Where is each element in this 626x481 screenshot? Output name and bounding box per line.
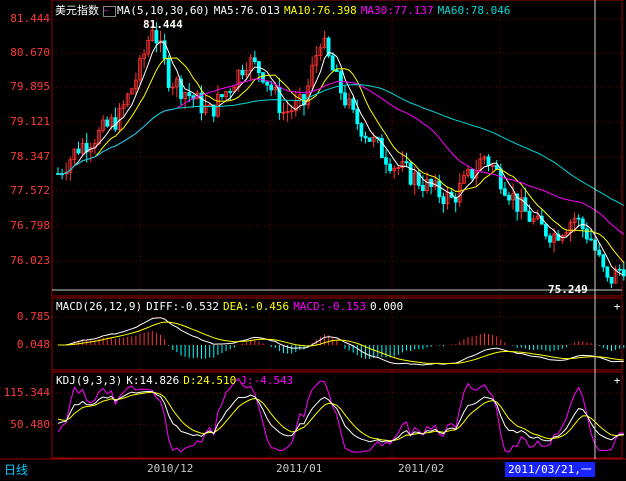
candle-body — [334, 69, 339, 72]
candle-body — [388, 163, 393, 172]
cursor-date-box: 2011/03/21,一 — [505, 462, 595, 477]
candle-body — [617, 268, 622, 271]
kdj-j-value: J:-4.543 — [240, 374, 294, 387]
macd-indicator-label[interactable]: MACD(26,12,9) — [56, 300, 142, 313]
candle-body — [261, 72, 265, 83]
high-price-label: 81.444 — [143, 18, 183, 31]
stock-chart-window: 美元指数 ~ MA(5,10,30,60) MA5:76.013 MA10:76.398… — [0, 0, 626, 481]
kdj-j-line — [57, 377, 624, 453]
low-price-label: 75.249 — [548, 283, 588, 296]
candle-body — [404, 161, 409, 164]
macd-panel-header: MACD(26,12,9) DIFF:-0.532 DEA:-0.456 MACD:-… — [56, 300, 407, 313]
candle-body — [544, 223, 548, 237]
candle-body — [363, 135, 368, 139]
kdj-indicator-label[interactable]: KDJ(9,3,3) — [56, 374, 122, 387]
macd-diff-line — [58, 317, 624, 366]
candle-body — [441, 196, 446, 205]
candle-body — [355, 109, 360, 125]
candle-body — [76, 148, 81, 154]
main-panel-border — [51, 0, 623, 297]
candle-body — [527, 210, 532, 222]
candlestick-series — [56, 22, 626, 289]
candle-body — [154, 30, 159, 44]
kdj-panel-header: KDJ(9,3,3) K:14.826 D:24.510 J:-4.543 — [56, 374, 297, 387]
candle-body — [265, 81, 270, 86]
y-tick-label: 76.023 — [10, 254, 50, 267]
kdj-d-value: D:24.510 — [183, 374, 237, 387]
candle-body — [338, 71, 343, 94]
candle-body — [601, 254, 606, 268]
candle-body — [420, 184, 425, 191]
x-axis-label: 2011/02 — [398, 462, 445, 475]
macd-extra-value: 0.000 — [370, 300, 404, 313]
kdj-panel — [57, 377, 624, 453]
ma30-value: MA30:77.137 — [360, 4, 434, 17]
candle-body — [351, 98, 356, 110]
candle-body — [597, 249, 602, 256]
y-tick-label: 79.121 — [10, 115, 50, 128]
chart-canvas[interactable] — [0, 0, 626, 481]
ma-chart-icon[interactable]: ~ — [103, 5, 116, 17]
macd-dea-value: DEA:-0.456 — [222, 300, 290, 313]
chart-grid — [0, 0, 626, 460]
candle-body — [343, 92, 347, 106]
x-axis-label: 2010/12 — [147, 462, 194, 475]
y-tick-label: 79.895 — [10, 80, 50, 93]
candle-body — [609, 276, 614, 284]
candle-body — [166, 58, 171, 89]
candle-body — [494, 165, 499, 170]
candle-body — [384, 157, 388, 165]
macd-panel — [58, 317, 625, 366]
ma60-line — [57, 84, 625, 206]
candle-body — [589, 238, 593, 241]
candle-body — [437, 180, 442, 198]
kdj-k-value: K:14.826 — [126, 374, 180, 387]
expand-main-panel-button[interactable]: + — [612, 301, 622, 312]
macd-macd-value: MACD:-0.153 — [293, 300, 367, 313]
ma5-value: MA5:76.013 — [213, 4, 280, 17]
candle-body — [408, 162, 413, 185]
ma60-value: MA60:78.046 — [437, 4, 511, 17]
y-tick-label: 80.670 — [10, 46, 50, 59]
instrument-title: 美元指数 — [55, 4, 99, 17]
ma-indicator-label[interactable]: MA(5,10,30,60) — [117, 4, 210, 17]
y-tick-label: 76.798 — [10, 219, 50, 232]
candle-body — [367, 137, 372, 142]
kdj-y-tick-label: 115.344 — [3, 386, 50, 399]
candle-body — [470, 168, 475, 179]
expand-macd-panel-button[interactable]: + — [612, 375, 622, 386]
candle-body — [105, 119, 110, 127]
candle-body — [576, 217, 581, 220]
candle-body — [252, 57, 257, 62]
macd-diff-value: DIFF:-0.532 — [146, 300, 219, 313]
candle-body — [269, 84, 274, 91]
candle-body — [187, 92, 192, 97]
candle-body — [585, 228, 589, 240]
ma10-value: MA10:76.398 — [283, 4, 357, 17]
x-axis-label: 2011/01 — [276, 462, 323, 475]
candle-body — [220, 94, 224, 98]
y-tick-label: 78.347 — [10, 150, 50, 163]
candle-body — [359, 123, 364, 137]
candle-body — [605, 266, 610, 278]
kdj-y-tick-label: 50.480 — [10, 418, 50, 431]
period-selector[interactable]: 日线 — [4, 461, 28, 478]
candle-body — [240, 69, 245, 76]
candle-body — [486, 156, 491, 167]
macd-y-tick-label: 0.785 — [16, 310, 50, 323]
y-tick-label: 77.572 — [10, 184, 50, 197]
macd-y-tick-label: 0.048 — [16, 338, 50, 351]
candle-body — [502, 188, 507, 196]
candle-body — [548, 235, 552, 243]
candle-body — [330, 55, 335, 71]
candle-body — [507, 194, 511, 201]
main-panel-header: 美元指数 ~ MA(5,10,30,60) MA5:76.013 MA10:76.398… — [55, 2, 515, 18]
y-tick-label: 81.444 — [10, 12, 50, 25]
candle-body — [228, 91, 233, 93]
